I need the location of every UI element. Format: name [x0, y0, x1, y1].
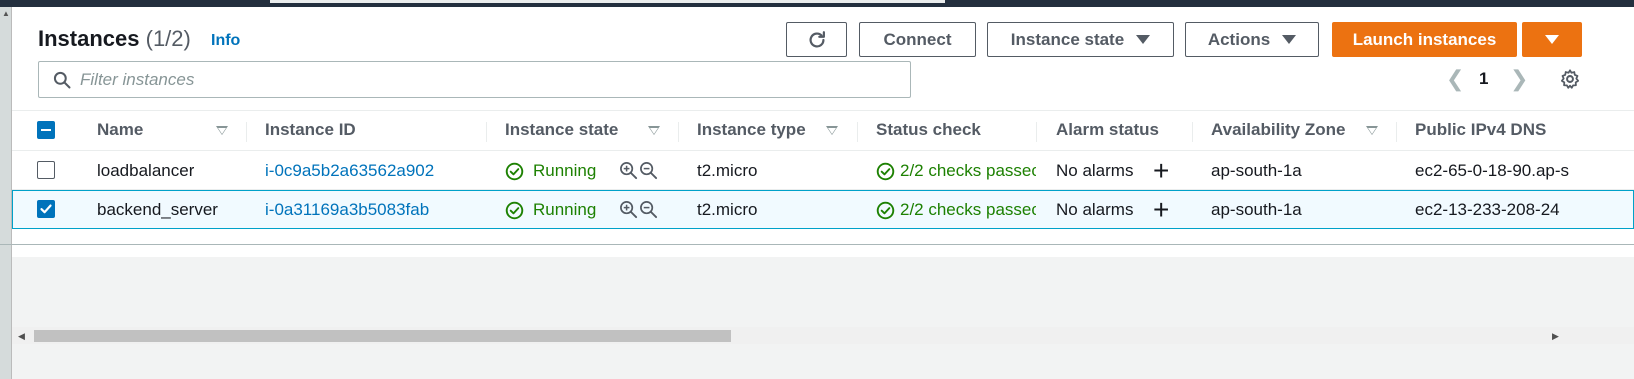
column-header-alarm-status[interactable]: Alarm status — [1056, 120, 1159, 140]
column-header-public-ipv4-dns[interactable]: Public IPv4 DNS — [1415, 120, 1546, 140]
check-circle-icon — [505, 201, 524, 220]
table-row[interactable]: backend_server i-0a31169a3b5083fab Runni… — [12, 190, 1634, 229]
column-header-status-check[interactable]: Status check — [876, 120, 981, 140]
alarm-status-value: No alarms — [1056, 200, 1134, 219]
launch-instances-dropdown-button[interactable] — [1522, 22, 1582, 57]
instance-type-value: t2.micro — [697, 200, 758, 219]
plus-icon[interactable]: + — [1153, 196, 1169, 224]
instance-state-dropdown[interactable]: Instance state — [987, 22, 1174, 57]
status-check-value[interactable]: 2/2 checks passec — [900, 161, 1036, 181]
table-header: Name Instance ID Instance state Instance… — [12, 110, 1634, 151]
scroll-up-arrow-icon[interactable]: ▲ — [2, 9, 10, 18]
sort-icon[interactable] — [826, 126, 838, 135]
search-input[interactable] — [80, 65, 900, 94]
zoom-in-icon[interactable] — [619, 161, 638, 180]
column-divider[interactable] — [1192, 122, 1193, 142]
column-divider[interactable] — [1036, 122, 1037, 142]
cell-name: loadbalancer — [97, 161, 195, 180]
gear-icon[interactable] — [1559, 68, 1581, 90]
instances-panel: Instances (1/2) Info Connect Instance st… — [12, 7, 1634, 344]
top-nav-tab-strip — [270, 0, 945, 3]
zoom-in-icon[interactable] — [619, 200, 638, 219]
column-header-availability-zone[interactable]: Availability Zone — [1211, 120, 1345, 140]
column-divider[interactable] — [486, 122, 487, 142]
caret-down-icon — [1282, 35, 1297, 44]
instance-state-dropdown-label: Instance state — [1010, 29, 1125, 49]
connect-button-label: Connect — [883, 29, 952, 49]
actions-dropdown[interactable]: Actions — [1185, 22, 1319, 57]
column-header-name[interactable]: Name — [97, 120, 143, 140]
caret-down-icon — [1136, 35, 1151, 44]
page-number[interactable]: 1 — [1479, 67, 1488, 91]
sort-icon[interactable] — [648, 126, 660, 135]
availability-zone-value: ap-south-1a — [1211, 200, 1302, 219]
column-divider[interactable] — [1396, 122, 1397, 142]
cell-name: backend_server — [97, 200, 218, 219]
row-checkbox[interactable] — [37, 161, 55, 179]
column-header-instance-type[interactable]: Instance type — [697, 120, 806, 140]
search-icon — [53, 71, 71, 89]
connect-button[interactable]: Connect — [859, 22, 976, 57]
sort-icon[interactable] — [1366, 126, 1378, 135]
status-check-value[interactable]: 2/2 checks passec — [900, 200, 1036, 220]
chevron-left-icon[interactable]: ❮ — [1446, 66, 1464, 91]
selection-count: (1/2) — [145, 26, 191, 51]
zoom-out-icon[interactable] — [639, 200, 658, 219]
refresh-icon — [809, 30, 825, 48]
select-all-checkbox[interactable] — [37, 121, 55, 139]
panel-divider — [0, 244, 1634, 245]
instance-type-value: t2.micro — [697, 161, 758, 180]
actions-dropdown-label: Actions — [1207, 29, 1271, 49]
horizontal-scrollbar[interactable]: ◀ ▶ — [12, 327, 1634, 344]
left-scrollbar[interactable]: ▲ — [0, 7, 12, 379]
instance-state-value: Running — [533, 161, 597, 180]
plus-icon[interactable]: + — [1153, 157, 1169, 185]
info-link[interactable]: Info — [211, 32, 240, 50]
launch-instances-button[interactable]: Launch instances — [1332, 22, 1517, 57]
caret-down-icon — [1545, 35, 1559, 44]
top-nav-bar — [0, 0, 1634, 7]
check-circle-icon — [505, 162, 524, 181]
scroll-left-arrow-icon[interactable]: ◀ — [18, 331, 25, 342]
scroll-right-arrow-icon[interactable]: ▶ — [1552, 331, 1559, 342]
scrollbar-thumb[interactable] — [34, 330, 731, 342]
page-title: Instances (1/2) — [38, 26, 191, 52]
public-dns-value: ec2-65-0-18-90.ap-s — [1415, 161, 1570, 180]
zoom-out-icon[interactable] — [639, 161, 658, 180]
check-circle-icon — [876, 201, 895, 220]
public-dns-value: ec2-13-233-208-24 — [1415, 200, 1560, 219]
column-header-instance-id[interactable]: Instance ID — [265, 120, 356, 140]
column-divider[interactable] — [678, 122, 679, 142]
instance-state-value: Running — [533, 200, 597, 219]
page-title-text: Instances — [38, 26, 140, 51]
check-circle-icon — [876, 162, 895, 181]
column-divider[interactable] — [246, 122, 247, 142]
chevron-right-icon[interactable]: ❯ — [1510, 66, 1528, 91]
refresh-button[interactable] — [786, 22, 847, 57]
row-checkbox[interactable] — [37, 200, 55, 218]
instance-id-link[interactable]: i-0a31169a3b5083fab — [265, 200, 429, 220]
launch-instances-label: Launch instances — [1352, 29, 1497, 49]
checkmark-icon — [40, 204, 52, 214]
availability-zone-value: ap-south-1a — [1211, 161, 1302, 180]
alarm-status-value: No alarms — [1056, 161, 1134, 180]
instance-id-link[interactable]: i-0c9a5b2a63562a902 — [265, 161, 434, 181]
column-header-instance-state[interactable]: Instance state — [505, 120, 618, 140]
filter-instances-search[interactable] — [38, 61, 911, 98]
table-row[interactable]: loadbalancer i-0c9a5b2a63562a902 Running… — [12, 151, 1634, 190]
column-divider[interactable] — [857, 122, 858, 142]
sort-icon[interactable] — [216, 126, 228, 135]
